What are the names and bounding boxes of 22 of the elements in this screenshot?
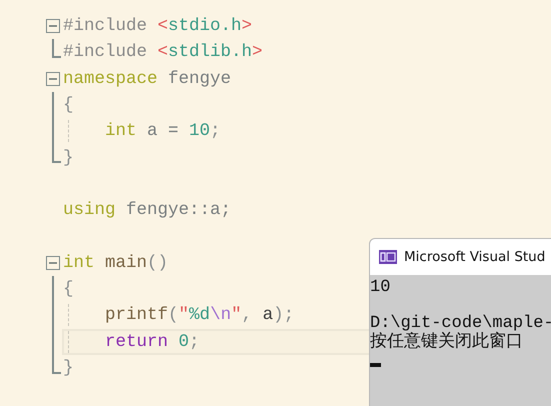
fold-line xyxy=(52,39,61,58)
code-line: } xyxy=(63,358,74,378)
code-line: #include <stdio.h> xyxy=(63,16,252,36)
code-line: { xyxy=(63,279,74,300)
code-line: { xyxy=(63,95,74,116)
code-line: #include <stdlib.h> xyxy=(63,42,263,62)
console-app-icon xyxy=(379,250,397,264)
window-title: Microsoft Visual Stud xyxy=(404,249,546,265)
text-cursor xyxy=(370,362,381,366)
console-output-line: 10 xyxy=(370,278,390,297)
code-line: } xyxy=(63,148,74,168)
collapse-icon[interactable] xyxy=(46,256,60,270)
code-line: return 0; xyxy=(104,332,200,352)
console-output-line: 按任意键关闭此窗口 xyxy=(370,333,523,352)
code-line: int main() xyxy=(63,252,168,273)
code-line: using fengye::a; xyxy=(63,200,232,220)
code-line: int a = 10; xyxy=(104,121,221,142)
code-line: printf("%d\n", a); xyxy=(104,305,294,326)
collapse-icon[interactable] xyxy=(46,19,60,33)
collapse-icon[interactable] xyxy=(46,72,60,86)
code-line: namespace fengye xyxy=(63,68,232,89)
console-output-line: D:\git-code\maple- xyxy=(370,314,551,332)
